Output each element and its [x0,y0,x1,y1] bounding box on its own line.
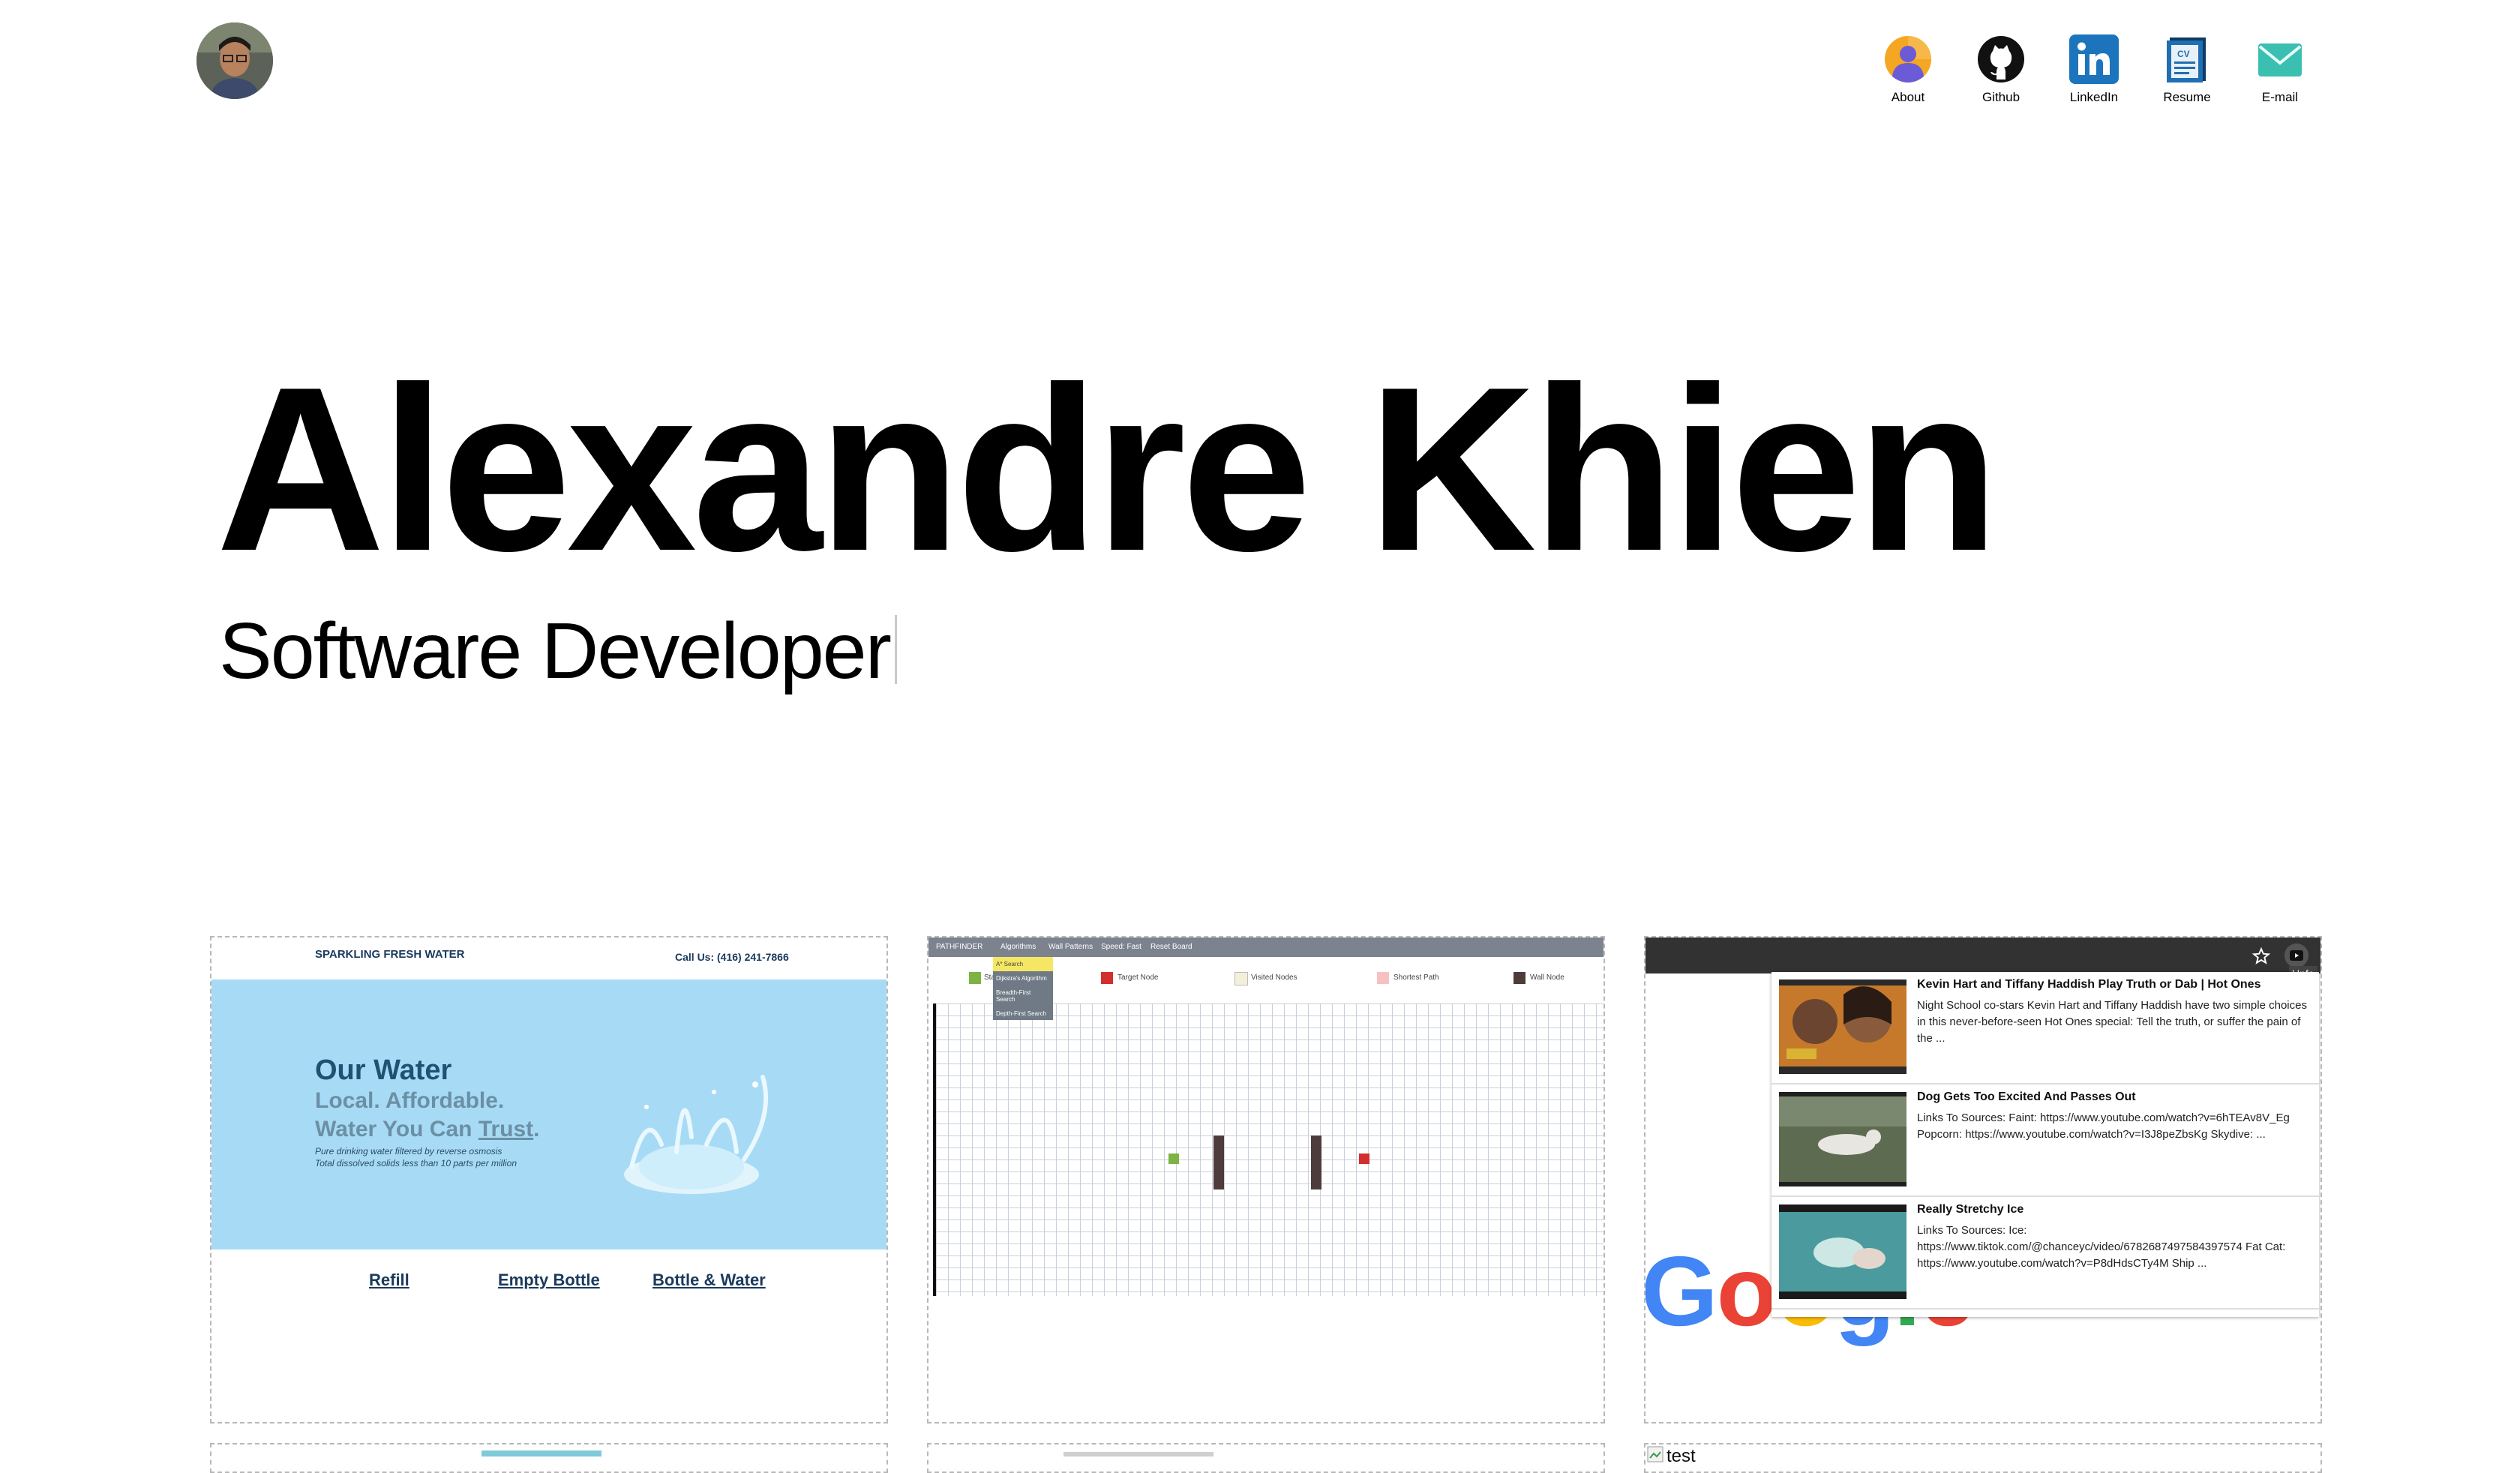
dropdown-item-dfs[interactable]: Depth-First Search [993,1006,1053,1021]
legend-visited-swatch [1234,972,1248,986]
pathfinder-grid[interactable] [933,1004,1604,1296]
nav-github-label: Github [1982,90,2020,104]
nav-linkedin[interactable]: LinkedIn [2048,34,2140,105]
project-card-row2-2[interactable] [927,1443,1605,1473]
hero-role: Software Developer [219,608,897,695]
legend-target-swatch [1101,972,1113,984]
pathfinder-logo: PATHFINDER [936,943,983,951]
video-title[interactable]: Really Stretchy Ice [1917,1203,2024,1216]
nav-email[interactable]: E-mail [2234,34,2326,105]
nav-github[interactable]: Github [1954,34,2048,105]
water-smallprint: Pure drinking water filtered by reverse … [315,1146,517,1169]
nav-about[interactable]: About [1862,34,1954,105]
video-description: Links To Sources: Ice: https://www.tikto… [1917,1224,2286,1270]
dropdown-item-bfs[interactable]: Breadth-First Search [993,986,1053,1006]
water-small1: Pure drinking water filtered by reverse … [315,1146,502,1156]
water-small2: Total dissolved solids less than 10 part… [315,1157,518,1168]
about-icon [1885,36,1931,82]
card-title-fragment [482,1450,602,1456]
email-icon [2258,44,2302,76]
nav-about-label: About [1891,90,1925,104]
pathfinder-menu-walls[interactable]: Wall Patterns [1048,943,1093,951]
video-thumbnail [1779,1204,1906,1299]
broken-image-alt: test [1666,1446,1696,1466]
water-hero: Our Water Local. Affordable. Water You C… [212,980,886,1250]
github-icon [1978,36,2024,82]
wall-segment [1214,1136,1224,1190]
video-thumbnail [1779,1092,1906,1186]
water-splash-image [624,1075,769,1194]
water-sub2-link: Trust [478,1116,534,1142]
pathfinder-menubar: PATHFINDER Algorithms Wall Patterns Spee… [928,938,1604,957]
legend-path-swatch [1377,972,1389,984]
water-brand: SPARKLING FRESH WATER [315,948,465,961]
water-subheadline: Local. Affordable. Water You Can Trust. [315,1087,540,1143]
video-description: Night School co-stars Kevin Hart and Tif… [1917,999,2307,1045]
hero-name: Alexandre Khien [216,339,2000,600]
legend-wall-swatch [1514,972,1526,984]
nav-linkedin-label: LinkedIn [2069,90,2119,104]
dropdown-item-astar[interactable]: A* Search [993,957,1053,971]
water-call: Call Us: (416) 241-7866 [675,951,789,963]
project-card-row2-3[interactable]: test [1644,1443,2322,1473]
star-icon[interactable] [2252,946,2271,966]
water-sub2-prefix: Water You Can [315,1116,478,1142]
video-title[interactable]: Kevin Hart and Tiffany Haddish Play Trut… [1917,978,2260,992]
video-title[interactable]: Dog Gets Too Excited And Passes Out [1917,1090,2136,1104]
project-card-extension[interactable]: Unfo Google Kevin Hart and Tiffany Haddi… [1644,936,2322,1424]
video-item[interactable]: Kevin Hart and Tiffany Haddish Play Trut… [1772,972,2319,1084]
hero-role-text: Software Developer [219,607,892,695]
water-sub1: Local. Affordable. [315,1088,505,1113]
legend-target: Target Node [1118,974,1159,982]
start-node[interactable] [1168,1154,1179,1164]
water-link-empty-bottle[interactable]: Empty Bottle [498,1270,600,1290]
typing-caret [894,615,897,684]
project-card-row2-1[interactable] [210,1443,888,1473]
browser-toolbar [1646,938,2320,974]
broken-image-icon [1647,1446,1664,1462]
video-item[interactable]: Really Stretchy Ice Links To Sources: Ic… [1772,1197,2319,1310]
water-link-bottle-water[interactable]: Bottle & Water [652,1270,766,1290]
water-link-refill[interactable]: Refill [369,1270,410,1290]
legend-start-swatch [969,972,981,984]
water-headline: Our Water [315,1054,452,1086]
top-nav: About Github LinkedIn CV Resume E-mail [1862,34,2326,105]
target-node[interactable] [1359,1154,1370,1164]
youtube-icon [2290,950,2303,961]
wall-segment [1311,1136,1322,1190]
legend-wall: Wall Node [1530,974,1564,982]
project-card-water[interactable]: SPARKLING FRESH WATER Call Us: (416) 241… [210,936,888,1424]
profile-avatar [196,22,273,99]
linkedin-icon [2069,34,2119,84]
video-thumbnail [1779,980,1906,1074]
pathfinder-menu-speed[interactable]: Speed: Fast [1101,943,1142,951]
card-title-fragment [1064,1452,1214,1456]
nav-resume-label: Resume [2163,90,2211,104]
nav-email-label: E-mail [2261,90,2299,104]
water-sub2-suffix: . [533,1116,540,1142]
resume-icon: CV [2167,38,2206,82]
extension-popup: Kevin Hart and Tiffany Haddish Play Trut… [1772,972,2319,1317]
dropdown-item-dijkstra[interactable]: Dijkstra's Algorithm [993,971,1053,986]
project-card-pathfinder[interactable]: PATHFINDER Algorithms Wall Patterns Spee… [927,936,1605,1424]
svg-text:CV: CV [2177,49,2190,59]
legend-visited: Visited Nodes [1251,974,1298,982]
extension-button[interactable] [2284,944,2308,968]
legend-path: Shortest Path [1394,974,1439,982]
pathfinder-menu-reset[interactable]: Reset Board [1150,943,1192,951]
video-item[interactable]: Dog Gets Too Excited And Passes Out Link… [1772,1084,2319,1197]
pathfinder-algorithm-dropdown: A* Search Dijkstra's Algorithm Breadth-F… [993,957,1053,1020]
video-description: Links To Sources: Faint: https://www.you… [1917,1112,2290,1141]
pathfinder-menu-algorithms[interactable]: Algorithms [1000,943,1036,951]
nav-resume[interactable]: CV Resume [2140,34,2234,105]
